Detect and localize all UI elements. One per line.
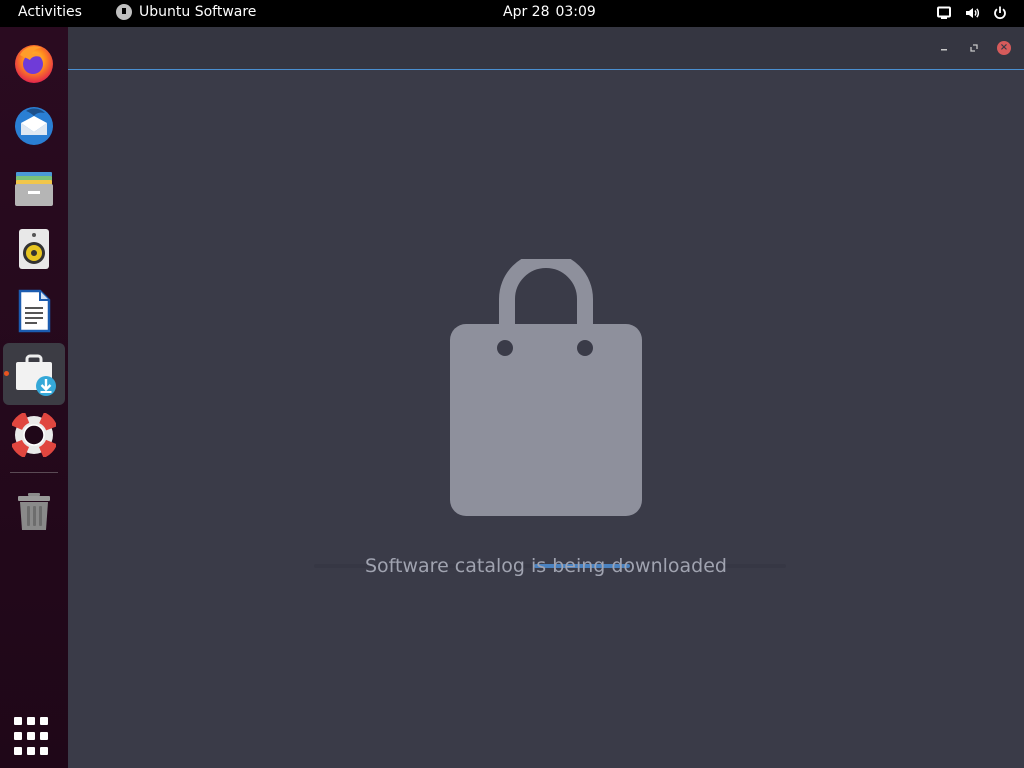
activities-button[interactable]: Activities	[18, 4, 82, 20]
minimize-icon	[941, 49, 947, 51]
clock[interactable]: Apr 28 03:09	[503, 4, 602, 20]
shopping-bag-icon	[450, 259, 642, 516]
dock	[0, 27, 68, 768]
header-bar[interactable]: ×	[68, 27, 1024, 70]
dock-separator	[10, 472, 58, 473]
trash-icon	[18, 493, 50, 530]
maximize-button[interactable]	[965, 39, 983, 57]
writer-icon	[18, 289, 51, 333]
system-tray[interactable]	[936, 5, 1008, 21]
ubuntu-software-window: × Software catalog is being downloaded	[68, 27, 1024, 768]
files-icon	[15, 172, 53, 206]
top-bar: Activities Ubuntu Software Apr 28 03:09	[0, 0, 1024, 27]
dock-item-firefox[interactable]	[3, 32, 65, 94]
software-icon	[116, 4, 132, 20]
volume-icon[interactable]	[964, 5, 980, 21]
dock-item-trash[interactable]	[3, 481, 65, 543]
rhythmbox-icon	[19, 229, 49, 269]
display-icon[interactable]	[936, 5, 952, 21]
dock-item-ubuntu-software[interactable]	[3, 343, 65, 405]
help-icon	[12, 413, 56, 457]
dock-item-rhythmbox[interactable]	[3, 218, 65, 280]
software-icon	[16, 354, 56, 396]
clock-time: 03:09	[555, 4, 596, 20]
show-applications-grid-icon[interactable]	[14, 717, 54, 757]
close-button[interactable]: ×	[995, 39, 1013, 57]
restore-icon	[970, 44, 978, 52]
dock-item-files[interactable]	[3, 156, 65, 218]
dock-item-thunderbird[interactable]	[3, 94, 65, 156]
firefox-icon	[15, 45, 53, 83]
loading-page: Software catalog is being downloaded	[68, 71, 1024, 768]
running-indicator	[4, 371, 9, 376]
dock-item-help[interactable]	[3, 404, 65, 466]
power-icon[interactable]	[992, 5, 1008, 21]
minimize-button[interactable]	[935, 39, 953, 57]
close-icon: ×	[997, 41, 1011, 55]
status-message: Software catalog is being downloaded	[365, 555, 727, 577]
thunderbird-icon	[15, 107, 53, 145]
app-menu-label: Ubuntu Software	[139, 4, 257, 20]
dock-item-writer[interactable]	[3, 280, 65, 342]
app-menu[interactable]: Ubuntu Software	[116, 4, 256, 20]
clock-date: Apr 28	[503, 4, 550, 20]
